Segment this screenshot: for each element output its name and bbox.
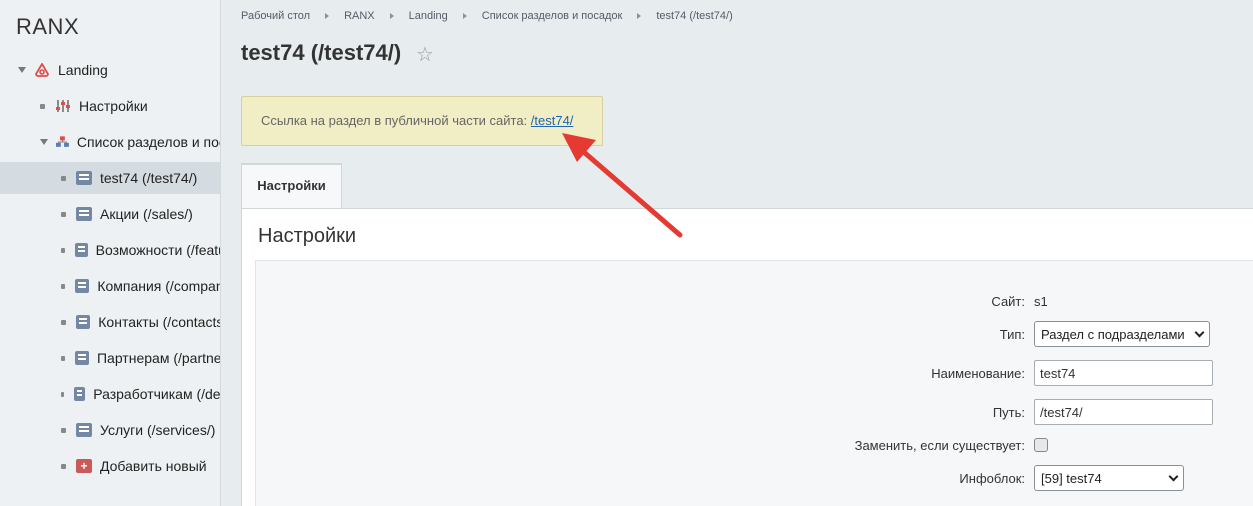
chevron-down-icon xyxy=(1194,327,1205,337)
iblock-select-value: [59] test74 xyxy=(1041,470,1102,486)
chevron-right-icon xyxy=(389,13,394,19)
sidebar-item-settings[interactable]: Настройки xyxy=(0,90,220,122)
landing-logo-icon xyxy=(35,63,49,77)
sidebar-item-label: Компания (/company/) xyxy=(97,278,220,294)
sitemap-icon xyxy=(56,136,69,147)
settings-panel: Настройки Сайт: s1 Тип: Раздел с подразд… xyxy=(241,209,1253,506)
sidebar-item-label: Landing xyxy=(58,62,108,78)
sidebar-item-company[interactable]: Компания (/company/) xyxy=(0,270,220,302)
sidebar-item-label: Контакты (/contacts/) xyxy=(98,314,221,330)
sidebar-item-sections[interactable]: Список разделов и посадок xyxy=(0,126,220,158)
page-icon xyxy=(74,387,86,401)
chevron-right-icon xyxy=(637,13,642,19)
breadcrumb: Рабочий стол RANX Landing Список раздело… xyxy=(241,10,733,22)
iblock-select[interactable]: [59] test74 xyxy=(1034,465,1184,491)
name-input[interactable] xyxy=(1034,360,1213,386)
bullet-icon xyxy=(40,103,45,109)
sidebar: RANX Landing Настройки Список разделов и xyxy=(0,0,221,506)
bullet-icon xyxy=(61,391,65,397)
page-icon xyxy=(74,243,88,257)
page-icon xyxy=(75,351,89,365)
path-label: Путь: xyxy=(992,405,1025,420)
name-label: Наименование: xyxy=(931,366,1025,381)
type-label: Тип: xyxy=(999,327,1025,342)
sidebar-item-label: Партнерам (/partners/) xyxy=(96,350,221,366)
sidebar-item-developers[interactable]: Разработчикам (/developers/) xyxy=(0,378,221,410)
sidebar-item-landing[interactable]: Landing xyxy=(0,54,220,86)
type-select[interactable]: Раздел с подразделами xyxy=(1034,321,1210,347)
sidebar-item-add-new[interactable]: + Добавить новый xyxy=(0,450,220,482)
bullet-icon xyxy=(61,247,65,253)
form-area: Сайт: s1 Тип: Раздел с подразделами Наим… xyxy=(255,260,1253,506)
page-icon xyxy=(76,423,92,437)
add-icon: + xyxy=(76,459,92,473)
sidebar-item-label: test74 (/test74/) xyxy=(100,170,198,186)
page-icon xyxy=(76,207,92,221)
bullet-icon xyxy=(61,175,66,181)
replace-checkbox[interactable] xyxy=(1034,438,1048,452)
sidebar-item-label: Разработчикам (/developers/) xyxy=(93,386,221,402)
brand-title: RANX xyxy=(16,14,80,39)
sidebar-item-sales[interactable]: Акции (/sales/) xyxy=(0,198,220,230)
chevron-down-icon xyxy=(1168,471,1179,481)
sliders-icon xyxy=(56,100,70,112)
iblock-label: Инфоблок: xyxy=(959,471,1025,486)
site-value: s1 xyxy=(1034,294,1048,309)
bullet-icon xyxy=(61,463,66,469)
bullet-icon xyxy=(61,283,66,289)
panel-title: Настройки xyxy=(258,225,357,247)
public-link-notice: Ссылка на раздел в публичной части сайта… xyxy=(241,96,603,146)
breadcrumb-item[interactable]: test74 (/test74/) xyxy=(656,10,732,22)
site-label: Сайт: xyxy=(991,294,1025,309)
page-title: test74 (/test74/) xyxy=(241,40,402,65)
expand-arrow-icon[interactable] xyxy=(40,139,48,145)
replace-label: Заменить, если существует: xyxy=(854,438,1025,453)
sidebar-item-label: Возможности (/features/) xyxy=(95,242,220,258)
tab-settings[interactable]: Настройки xyxy=(241,163,342,209)
path-input[interactable] xyxy=(1034,399,1213,425)
page-icon xyxy=(75,315,91,329)
sidebar-item-label: Настройки xyxy=(79,98,148,114)
chevron-right-icon xyxy=(462,13,467,19)
type-select-value: Раздел с подразделами xyxy=(1041,326,1185,342)
sidebar-item-services[interactable]: Услуги (/services/) xyxy=(0,414,220,446)
star-icon[interactable]: ☆ xyxy=(416,42,434,67)
breadcrumb-item[interactable]: RANX xyxy=(344,10,375,22)
breadcrumb-item[interactable]: Рабочий стол xyxy=(241,10,310,22)
sidebar-item-label: Акции (/sales/) xyxy=(100,206,193,222)
sidebar-item-contacts[interactable]: Контакты (/contacts/) xyxy=(0,306,221,338)
page-icon xyxy=(76,171,92,185)
breadcrumb-item[interactable]: Список разделов и посадок xyxy=(482,10,623,22)
page-icon xyxy=(75,279,90,293)
expand-arrow-icon[interactable] xyxy=(18,67,26,73)
chevron-right-icon xyxy=(325,13,330,19)
sidebar-item-label: Добавить новый xyxy=(100,458,207,474)
breadcrumb-item[interactable]: Landing xyxy=(409,10,448,22)
notice-text: Ссылка на раздел в публичной части сайта… xyxy=(261,113,531,128)
bullet-icon xyxy=(61,427,66,433)
sidebar-item-label: Список разделов и посадок xyxy=(76,134,220,150)
sidebar-item-features[interactable]: Возможности (/features/) xyxy=(0,234,220,266)
sidebar-item-label: Услуги (/services/) xyxy=(100,422,216,438)
sidebar-item-test74[interactable]: test74 (/test74/) xyxy=(0,162,220,194)
bullet-icon xyxy=(61,211,66,217)
sidebar-item-partners[interactable]: Партнерам (/partners/) xyxy=(0,342,221,374)
public-link[interactable]: /test74/ xyxy=(531,113,574,128)
bullet-icon xyxy=(61,355,66,361)
bullet-icon xyxy=(61,319,66,325)
